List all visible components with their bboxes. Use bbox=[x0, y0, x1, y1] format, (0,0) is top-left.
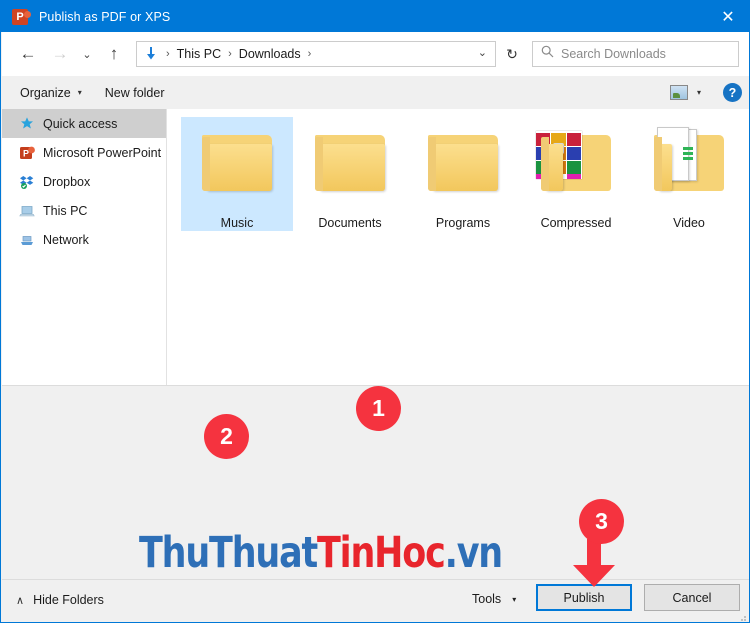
breadcrumb-this-pc[interactable]: This PC bbox=[177, 47, 221, 61]
powerpoint-icon: P bbox=[19, 145, 35, 161]
navigation-bar: ← → ⌄ ↑ › This PC › Downloads › ⌄ ↻ Sear… bbox=[2, 32, 749, 76]
watermark-part-1: ThuThuat bbox=[139, 529, 318, 578]
resize-grip[interactable] bbox=[737, 612, 747, 622]
star-icon bbox=[19, 116, 35, 132]
chevron-down-icon[interactable]: ⌄ bbox=[478, 46, 487, 59]
sidebar-item-label: Microsoft PowerPoint bbox=[43, 145, 162, 160]
search-box[interactable]: Search Downloads bbox=[532, 41, 739, 67]
hide-folders-button[interactable]: ∧ Hide Folders bbox=[16, 593, 104, 607]
chevron-down-icon[interactable]: ▾ bbox=[697, 88, 701, 97]
file-list-view: Music Documents Programs Compressed Vide… bbox=[166, 109, 749, 385]
address-bar[interactable]: › This PC › Downloads › ⌄ bbox=[136, 41, 496, 67]
dialog-footer: ∧ Hide Folders Tools ▾ bbox=[2, 579, 749, 622]
close-icon[interactable]: ✕ bbox=[705, 1, 749, 32]
file-item-documents[interactable]: Documents bbox=[294, 117, 406, 231]
powerpoint-icon bbox=[12, 8, 31, 25]
annotation-marker-1: 1 bbox=[356, 386, 401, 431]
new-folder-button[interactable]: New folder bbox=[98, 76, 172, 109]
refresh-icon[interactable]: ↻ bbox=[498, 41, 526, 67]
sidebar-item-label: This PC bbox=[43, 203, 88, 218]
file-item-label: Video bbox=[673, 216, 705, 230]
breadcrumb-separator-2[interactable]: › bbox=[228, 48, 232, 60]
dropbox-icon bbox=[19, 174, 35, 190]
watermark: ThuThuatTinHoc.vn bbox=[139, 529, 504, 578]
watermark-part-2: TinHoc bbox=[317, 529, 446, 578]
downloads-arrow-icon bbox=[143, 46, 159, 62]
file-item-video[interactable]: Video bbox=[633, 117, 745, 231]
publish-as-pdf-dialog: Publish as PDF or XPS ✕ ← → ⌄ ↑ › This P… bbox=[0, 0, 750, 623]
folder-icon bbox=[294, 117, 406, 209]
command-bar: Organize ▾ New folder ▾ ? bbox=[2, 76, 749, 110]
sidebar-item-label: Network bbox=[43, 232, 89, 247]
breadcrumb-downloads[interactable]: Downloads bbox=[239, 47, 301, 61]
organize-button[interactable]: Organize ▾ bbox=[13, 76, 89, 109]
annotation-marker-2: 2 bbox=[204, 414, 249, 459]
organize-label: Organize bbox=[20, 85, 71, 100]
folder-icon bbox=[407, 117, 519, 209]
chevron-down-icon: ▾ bbox=[77, 88, 82, 97]
cancel-button[interactable]: Cancel bbox=[644, 584, 740, 611]
help-icon[interactable]: ? bbox=[723, 83, 742, 102]
recent-locations-button[interactable]: ⌄ bbox=[78, 39, 96, 69]
breadcrumb-separator-3[interactable]: › bbox=[308, 48, 312, 60]
up-button[interactable]: ↑ bbox=[102, 39, 126, 69]
window-title: Publish as PDF or XPS bbox=[39, 9, 171, 24]
title-bar: Publish as PDF or XPS ✕ bbox=[1, 1, 749, 32]
view-layout-icon[interactable] bbox=[669, 85, 688, 100]
file-item-label: Compressed bbox=[540, 216, 612, 230]
sidebar-item-dropbox[interactable]: Dropbox bbox=[2, 167, 166, 196]
sidebar-item-label: Quick access bbox=[43, 116, 118, 131]
annotation-marker-3: 3 bbox=[579, 499, 624, 544]
tools-button[interactable]: Tools ▾ bbox=[472, 592, 516, 606]
file-item-compressed[interactable]: Compressed bbox=[520, 117, 632, 231]
navigation-pane: Quick access P Microsoft PowerPoint Drop… bbox=[2, 109, 166, 385]
back-button[interactable]: ← bbox=[16, 39, 40, 69]
file-item-music[interactable]: Music bbox=[181, 117, 293, 231]
watermark-part-3: .vn bbox=[444, 529, 504, 578]
folder-documents-icon bbox=[633, 117, 745, 209]
network-icon bbox=[19, 232, 35, 248]
chevron-down-icon: ▾ bbox=[512, 594, 517, 604]
search-input[interactable]: Search Downloads bbox=[561, 47, 666, 61]
forward-button[interactable]: → bbox=[48, 39, 72, 69]
sidebar-item-quick-access[interactable]: Quick access bbox=[2, 109, 166, 138]
file-item-label: Documents bbox=[318, 216, 382, 230]
file-item-label: Music bbox=[220, 216, 254, 230]
tools-label: Tools bbox=[472, 592, 502, 606]
file-item-programs[interactable]: Programs bbox=[407, 117, 519, 231]
breadcrumb-separator-1: › bbox=[166, 48, 170, 60]
command-bar-right: ▾ ? bbox=[669, 76, 742, 109]
folder-icon bbox=[181, 117, 293, 209]
sidebar-item-microsoft-powerpoint[interactable]: P Microsoft PowerPoint bbox=[2, 138, 166, 167]
computer-icon bbox=[19, 203, 35, 219]
folder-archive-icon bbox=[520, 117, 632, 209]
hide-folders-label: Hide Folders bbox=[33, 593, 104, 607]
chevron-up-icon: ∧ bbox=[16, 594, 25, 607]
search-icon bbox=[541, 45, 554, 63]
sidebar-item-network[interactable]: Network bbox=[2, 225, 166, 254]
file-item-label: Programs bbox=[435, 216, 491, 230]
sidebar-item-this-pc[interactable]: This PC bbox=[2, 196, 166, 225]
sidebar-item-label: Dropbox bbox=[43, 174, 91, 189]
